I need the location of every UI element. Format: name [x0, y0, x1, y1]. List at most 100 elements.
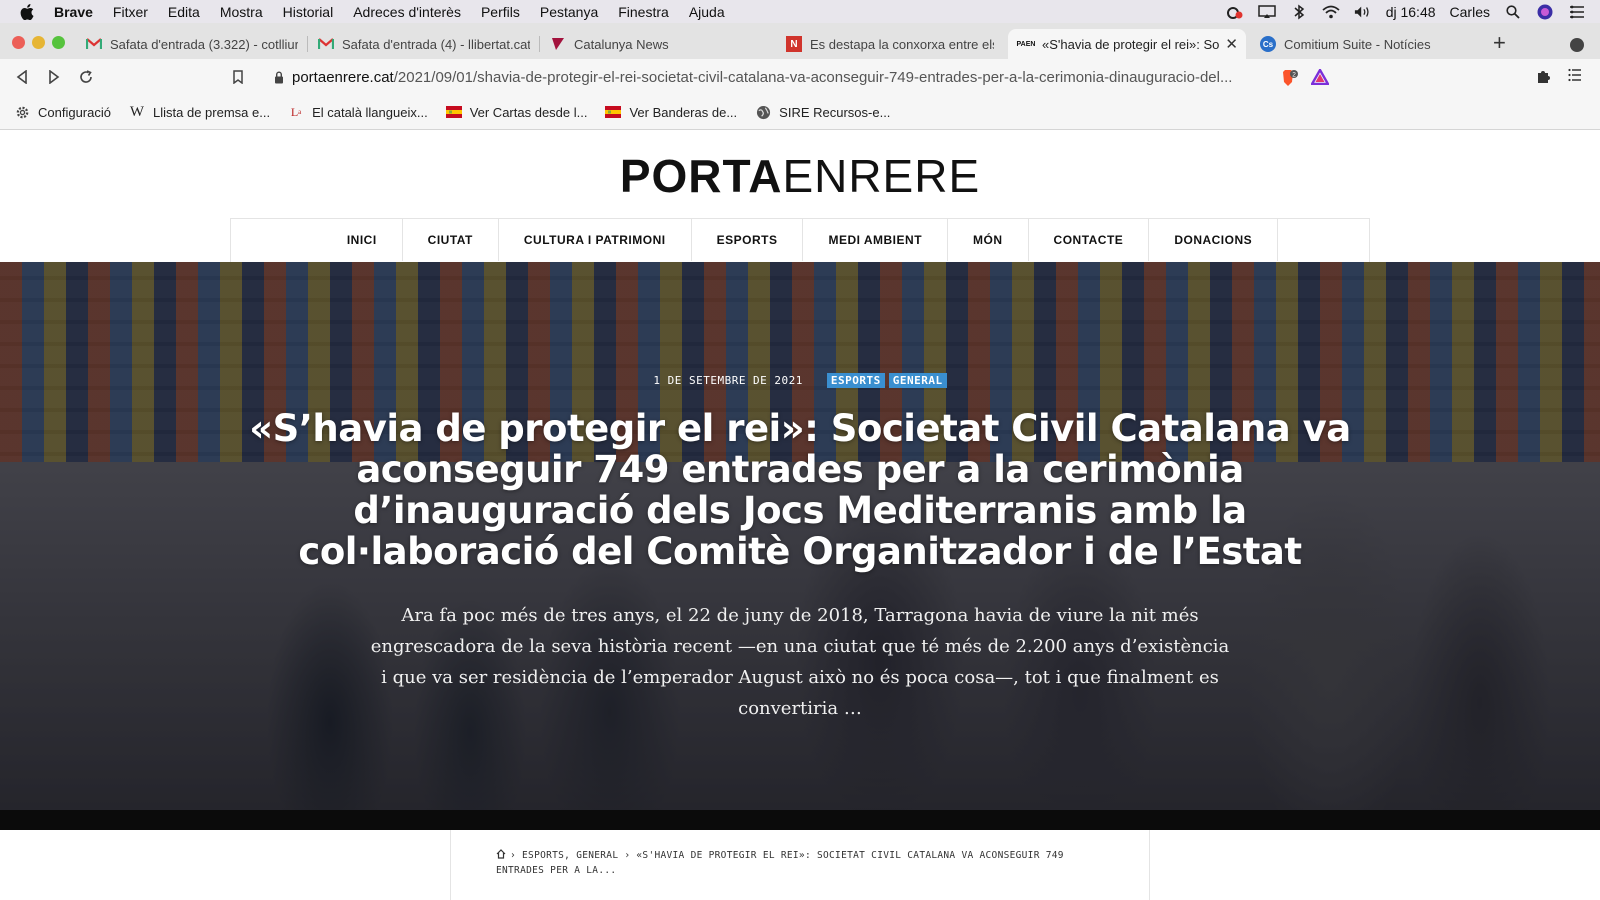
- browser-chrome: Safata d'entrada (3.322) - cotlliure Saf…: [0, 23, 1600, 130]
- logo-bold-text: PORTA: [619, 150, 783, 202]
- article-date: 1 DE SETEMBRE DE 2021: [653, 374, 803, 387]
- close-tab-icon[interactable]: ✕: [1225, 35, 1238, 53]
- gmail-icon: [86, 36, 102, 52]
- minimize-window-button[interactable]: [32, 36, 45, 49]
- nav-inici[interactable]: INICI: [322, 219, 402, 261]
- address-bar[interactable]: portaenrere.cat/2021/09/01/shavia-de-pro…: [262, 63, 1340, 91]
- logo-light-text: ENRERE: [782, 150, 981, 202]
- hero-bottom-bar: [0, 810, 1600, 830]
- extensions-icon[interactable]: [1536, 68, 1552, 89]
- nav-ciutat[interactable]: CIUTAT: [401, 219, 498, 261]
- tab-comitium[interactable]: Cs Comitium Suite - Notícies: [1250, 29, 1482, 59]
- bookmark-configuracio[interactable]: Configuració: [14, 104, 111, 120]
- menubar-user[interactable]: Carles: [1450, 4, 1490, 20]
- bluetooth-icon[interactable]: [1290, 4, 1308, 20]
- menu-ajuda[interactable]: Ajuda: [689, 4, 725, 20]
- article-meta: 1 DE SETEMBRE DE 2021 ESPORTS GENERAL: [0, 373, 1600, 388]
- nav-medi-ambient[interactable]: MEDI AMBIENT: [802, 219, 947, 261]
- menu-perfils[interactable]: Perfils: [481, 4, 520, 20]
- zoom-window-button[interactable]: [52, 36, 65, 49]
- home-icon[interactable]: [496, 849, 506, 864]
- menu-finestra[interactable]: Finestra: [618, 4, 669, 20]
- nav-esports[interactable]: ESPORTS: [690, 219, 803, 261]
- menubar-status-area: dj 16:48 Carles: [1226, 0, 1586, 23]
- menubar-clock[interactable]: dj 16:48: [1386, 4, 1436, 20]
- creative-cloud-icon[interactable]: [1226, 4, 1244, 20]
- menu-app-name[interactable]: Brave: [54, 4, 93, 20]
- article-content-box: › ESPORTS, GENERAL › «S'HAVIA DE PROTEGI…: [450, 830, 1150, 900]
- url-path: /2021/09/01/shavia-de-protegir-el-rei-so…: [393, 68, 1233, 86]
- portaenrere-icon: PAEN: [1016, 40, 1036, 48]
- article-hero: 1 DE SETEMBRE DE 2021 ESPORTS GENERAL «S…: [0, 262, 1600, 830]
- tab-search-icon[interactable]: [1570, 38, 1584, 52]
- nav-cultura-patrimoni[interactable]: CULTURA I PATRIMONI: [497, 219, 691, 261]
- airplay-icon[interactable]: [1257, 4, 1276, 20]
- menu-historial[interactable]: Historial: [283, 4, 334, 20]
- bookmark-label: Ver Banderas de...: [629, 104, 738, 120]
- new-tab-button[interactable]: +: [1493, 32, 1506, 54]
- tag-general[interactable]: GENERAL: [888, 373, 947, 388]
- apple-menu-icon[interactable]: [20, 3, 38, 20]
- gear-icon: [14, 104, 30, 120]
- brave-rewards-icon[interactable]: [1309, 67, 1331, 87]
- bookmark-catala-llangueix[interactable]: La El català llangueix...: [288, 104, 428, 120]
- menu-pestanya[interactable]: Pestanya: [540, 4, 598, 20]
- flag-icon: [605, 104, 622, 120]
- lock-icon[interactable]: [274, 71, 284, 84]
- shield-count: 2: [1292, 72, 1296, 79]
- comitium-icon: Cs: [1260, 36, 1276, 52]
- web-page: PORTAENRERE INICI CIUTAT CULTURA I PATRI…: [0, 131, 1600, 900]
- tag-esports[interactable]: ESPORTS: [826, 373, 885, 388]
- forward-button[interactable]: [44, 67, 64, 87]
- wikipedia-icon: W: [129, 103, 145, 120]
- main-navigation: INICI CIUTAT CULTURA I PATRIMONI ESPORTS…: [230, 218, 1370, 262]
- breadcrumb: › ESPORTS, GENERAL › «S'HAVIA DE PROTEGI…: [496, 849, 1096, 878]
- bookmark-label: Configuració: [38, 104, 111, 120]
- back-button[interactable]: [12, 67, 32, 87]
- globe-icon: [755, 104, 771, 120]
- bookmark-llista-premsa[interactable]: W Llista de premsa e...: [129, 104, 270, 120]
- site-logo[interactable]: PORTAENRERE: [0, 149, 1600, 203]
- breadcrumb-text: › ESPORTS, GENERAL › «S'HAVIA DE PROTEGI…: [496, 850, 1064, 876]
- bookmark-ver-cartas[interactable]: Ver Cartas desde l...: [445, 104, 588, 120]
- menu-fitxer[interactable]: Fitxer: [113, 4, 148, 20]
- tab-portaenrere-active[interactable]: PAEN «S'havia de protegir el rei»: So ✕: [1008, 29, 1246, 59]
- tab-catalunya-news[interactable]: Catalunya News: [540, 29, 772, 59]
- wifi-icon[interactable]: [1322, 4, 1340, 20]
- tab-title: Comitium Suite - Notícies: [1284, 36, 1431, 52]
- flag-icon: [445, 104, 462, 120]
- nav-contacte[interactable]: CONTACTE: [1027, 219, 1149, 261]
- menu-edita[interactable]: Edita: [168, 4, 200, 20]
- browser-toolbar: portaenrere.cat/2021/09/01/shavia-de-pro…: [0, 59, 1600, 95]
- spotlight-search-icon[interactable]: [1504, 4, 1522, 20]
- tab-strip: Safata d'entrada (3.322) - cotlliure Saf…: [0, 23, 1600, 59]
- nav-mon[interactable]: MÓN: [947, 219, 1028, 261]
- bookmark-label: SIRE Recursos-e...: [779, 104, 891, 120]
- tab-gmail-2[interactable]: Safata d'entrada (4) - llibertat.cat@: [308, 29, 540, 59]
- tab-title: Es destapa la conxorxa entre els or: [810, 36, 994, 52]
- browser-menu-icon[interactable]: [1568, 68, 1582, 87]
- menu-adreces[interactable]: Adreces d'interès: [353, 4, 461, 20]
- tab-title: Safata d'entrada (3.322) - cotlliure: [110, 36, 298, 52]
- tab-title: Catalunya News: [574, 36, 669, 52]
- tab-news-site[interactable]: N Es destapa la conxorxa entre els or: [776, 29, 1004, 59]
- bookmark-page-icon[interactable]: [228, 67, 248, 87]
- menu-mostra[interactable]: Mostra: [220, 4, 263, 20]
- tab-title: Safata d'entrada (4) - llibertat.cat@: [342, 36, 530, 52]
- volume-icon[interactable]: [1354, 4, 1372, 20]
- bookmark-ver-banderas[interactable]: Ver Banderas de...: [605, 104, 737, 120]
- tab-title: «S'havia de protegir el rei»: So: [1042, 36, 1220, 52]
- control-center-icon[interactable]: [1568, 4, 1586, 20]
- la-icon: La: [290, 104, 302, 119]
- window-controls: [12, 36, 65, 49]
- article-headline: «S’havia de protegir el rei»: Societat C…: [249, 407, 1351, 573]
- bookmark-label: Ver Cartas desde l...: [469, 104, 588, 120]
- reload-button[interactable]: [76, 67, 96, 87]
- bookmark-sire[interactable]: SIRE Recursos-e...: [755, 104, 890, 120]
- brave-shields-icon[interactable]: 2: [1277, 69, 1298, 87]
- nav-donacions[interactable]: DONACIONS: [1148, 219, 1279, 261]
- tab-gmail-1[interactable]: Safata d'entrada (3.322) - cotlliure: [76, 29, 308, 59]
- gmail-icon: [318, 36, 334, 52]
- siri-icon[interactable]: [1536, 4, 1554, 20]
- close-window-button[interactable]: [12, 36, 25, 49]
